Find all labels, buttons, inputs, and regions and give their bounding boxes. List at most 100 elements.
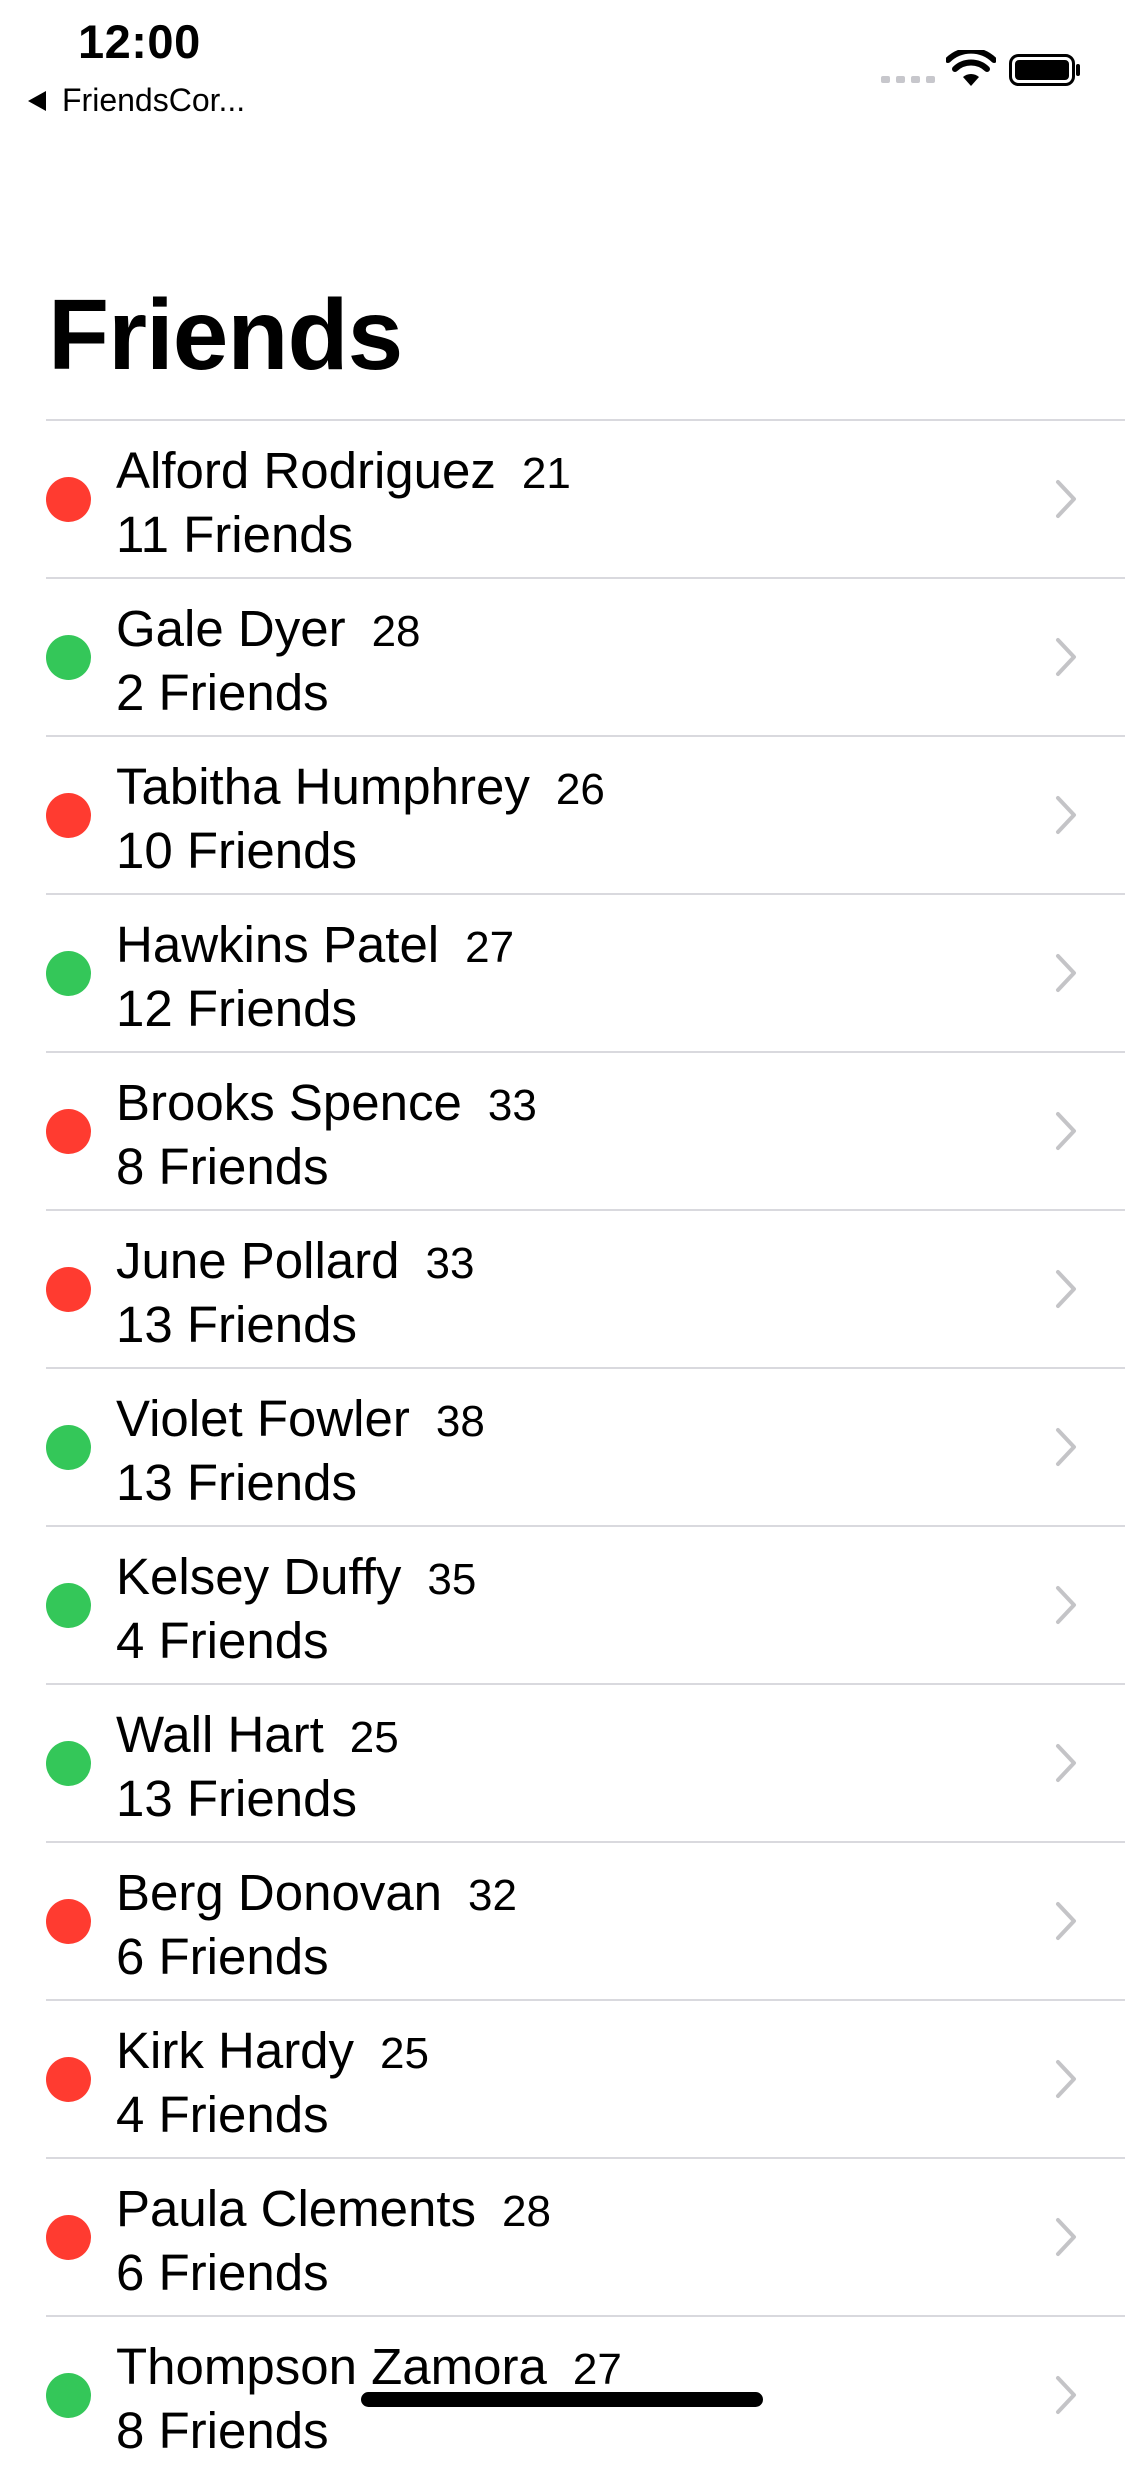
friend-name: Violet Fowler: [116, 1390, 410, 1447]
chevron-right-icon: [1056, 796, 1076, 834]
friend-row[interactable]: Tabitha Humphrey 26 10 Friends: [46, 735, 1125, 893]
friend-count: 8 Friends: [116, 1138, 329, 1195]
friend-row[interactable]: Gale Dyer 28 2 Friends: [46, 577, 1125, 735]
friend-name: Gale Dyer: [116, 600, 346, 657]
friend-name-line: Alford Rodriguez 21: [116, 441, 571, 500]
friend-row[interactable]: Kirk Hardy 25 4 Friends: [46, 1999, 1125, 2157]
friend-name-line: Thompson Zamora 27: [116, 2337, 622, 2396]
status-dot-icon: [46, 1109, 91, 1154]
friend-name-line: Violet Fowler 38: [116, 1389, 485, 1448]
friend-count: 13 Friends: [116, 1770, 357, 1827]
chevron-right-icon: [1056, 954, 1076, 992]
friend-age: 25: [349, 1713, 399, 1762]
friend-row[interactable]: Paula Clements 28 6 Friends: [46, 2157, 1125, 2315]
friends-list: Alford Rodriguez 21 11 Friends Gale Dyer 28 2…: [46, 419, 1125, 2473]
status-dot-icon: [46, 1583, 91, 1628]
friend-row[interactable]: Brooks Spence 33 8 Friends: [46, 1051, 1125, 1209]
chevron-right-icon: [1056, 1902, 1076, 1940]
status-dot-icon: [46, 1899, 91, 1944]
friend-count: 2 Friends: [116, 664, 329, 721]
chevron-right-icon: [1056, 2376, 1076, 2414]
friend-name-line: Hawkins Patel 27: [116, 915, 514, 974]
friend-row[interactable]: June Pollard 33 13 Friends: [46, 1209, 1125, 1367]
friend-count: 11 Friends: [116, 506, 354, 563]
status-dot-icon: [46, 2373, 91, 2418]
page-title: Friends: [48, 279, 403, 391]
friend-age: 38: [435, 1397, 485, 1446]
status-dot-icon: [46, 2215, 91, 2260]
friend-age: 28: [502, 2187, 551, 2236]
friend-name: Alford Rodriguez: [116, 442, 496, 499]
status-dot-icon: [46, 2057, 91, 2102]
friend-age: 32: [468, 1871, 517, 1920]
status-bar: 12:00 FriendsCor...: [0, 0, 1125, 132]
chevron-right-icon: [1056, 2218, 1076, 2256]
status-dot-icon: [46, 793, 91, 838]
friend-row[interactable]: Berg Donovan 32 6 Friends: [46, 1841, 1125, 1999]
friend-count: 6 Friends: [116, 2244, 329, 2301]
friend-count: 4 Friends: [116, 1612, 329, 1669]
friend-row[interactable]: Violet Fowler 38 13 Friends: [46, 1367, 1125, 1525]
status-dot-icon: [46, 1425, 91, 1470]
friend-name-line: Brooks Spence 33: [116, 1073, 537, 1132]
friend-count: 10 Friends: [116, 822, 357, 879]
status-dot-icon: [46, 477, 91, 522]
friend-age: 25: [380, 2029, 429, 2078]
friend-count: 6 Friends: [116, 1928, 329, 1985]
friend-name: Brooks Spence: [116, 1074, 462, 1131]
friend-age: 21: [521, 449, 571, 498]
friend-name-line: Kelsey Duffy 35: [116, 1547, 476, 1606]
friend-count: 13 Friends: [116, 1454, 357, 1511]
back-triangle-icon: [28, 90, 46, 111]
chevron-right-icon: [1056, 1744, 1076, 1782]
back-to-app-button[interactable]: FriendsCor...: [28, 82, 245, 119]
status-dot-icon: [46, 951, 91, 996]
friend-name-line: Paula Clements 28: [116, 2179, 551, 2238]
friend-count: 12 Friends: [116, 980, 357, 1037]
chevron-right-icon: [1056, 480, 1076, 518]
friend-name: Paula Clements: [116, 2180, 477, 2237]
back-app-label: FriendsCor...: [62, 82, 246, 118]
chevron-right-icon: [1056, 2060, 1076, 2098]
friend-name: Thompson Zamora: [116, 2338, 547, 2395]
friend-count: 4 Friends: [116, 2086, 329, 2143]
friend-age: 35: [427, 1555, 477, 1604]
friend-age: 33: [487, 1081, 537, 1130]
friend-age: 27: [572, 2345, 622, 2394]
chevron-right-icon: [1056, 1112, 1076, 1150]
friend-row[interactable]: Wall Hart 25 13 Friends: [46, 1683, 1125, 1841]
status-dot-icon: [46, 1267, 91, 1312]
friend-age: 33: [425, 1239, 475, 1288]
friend-count: 8 Friends: [116, 2402, 329, 2459]
friend-name-line: Gale Dyer 28: [116, 599, 421, 658]
friend-name: Tabitha Humphrey: [116, 758, 530, 815]
status-dot-icon: [46, 635, 91, 680]
friend-age: 26: [555, 765, 605, 814]
chevron-right-icon: [1056, 1270, 1076, 1308]
friend-name-line: June Pollard 33: [116, 1231, 474, 1290]
cellular-signal-icon: [881, 76, 935, 83]
chevron-right-icon: [1056, 638, 1076, 676]
chevron-right-icon: [1056, 1586, 1076, 1624]
friend-name-line: Berg Donovan 32: [116, 1863, 517, 1922]
friend-name: Berg Donovan: [116, 1864, 443, 1921]
friend-count: 13 Friends: [116, 1296, 357, 1353]
friend-row[interactable]: Hawkins Patel 27 12 Friends: [46, 893, 1125, 1051]
friend-name-line: Kirk Hardy 25: [116, 2021, 429, 2080]
wifi-icon: [946, 50, 996, 86]
friend-row[interactable]: Alford Rodriguez 21 11 Friends: [46, 419, 1125, 577]
status-time: 12:00: [78, 15, 201, 68]
friend-name: June Pollard: [116, 1232, 400, 1289]
friend-name: Kirk Hardy: [116, 2022, 355, 2079]
friend-row[interactable]: Kelsey Duffy 35 4 Friends: [46, 1525, 1125, 1683]
friend-name-line: Tabitha Humphrey 26: [116, 757, 605, 816]
friend-name: Kelsey Duffy: [116, 1548, 402, 1605]
battery-icon: [1009, 54, 1080, 86]
chevron-right-icon: [1056, 1428, 1076, 1466]
friend-name: Hawkins Patel: [116, 916, 440, 973]
status-dot-icon: [46, 1741, 91, 1786]
friend-age: 28: [371, 607, 421, 656]
home-indicator[interactable]: [361, 2392, 763, 2407]
friend-age: 27: [465, 923, 515, 972]
friend-name: Wall Hart: [116, 1706, 324, 1763]
